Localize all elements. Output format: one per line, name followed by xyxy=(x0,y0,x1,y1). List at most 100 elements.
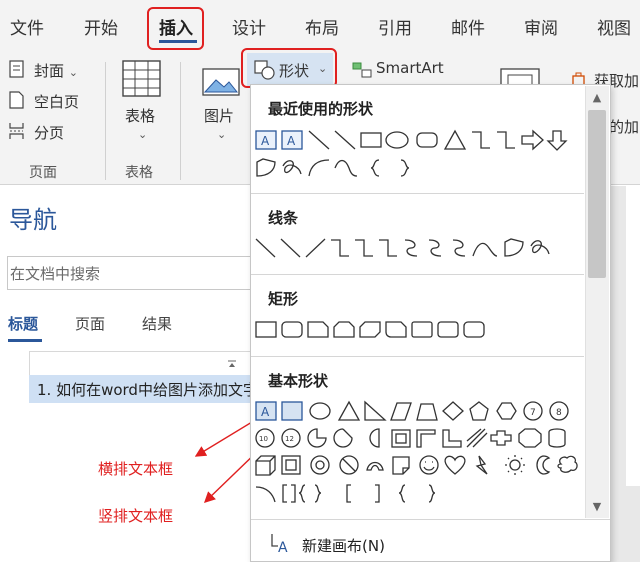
right-brace-shape xyxy=(428,484,436,503)
frame-shape xyxy=(391,429,411,448)
svg-text:A: A xyxy=(287,134,296,148)
footer-divider xyxy=(251,519,610,520)
snip-same-side-rect-shape xyxy=(333,321,355,338)
teardrop-shape xyxy=(369,428,380,448)
svg-text:12: 12 xyxy=(285,435,294,443)
snip-round-rect-shape xyxy=(385,321,407,338)
sun-shape xyxy=(509,459,521,471)
l-shape xyxy=(442,429,462,448)
recent-freeform-shape xyxy=(256,158,276,177)
section-basic-shapes: 基本形状 xyxy=(268,372,329,390)
line-shape xyxy=(255,238,276,258)
svg-text:10: 10 xyxy=(259,435,268,443)
lines-row xyxy=(255,238,550,258)
section-recent-shapes: 最近使用的形状 xyxy=(268,100,374,118)
diamond-shape xyxy=(442,401,464,421)
scroll-up-arrow-icon[interactable]: ▲ xyxy=(586,88,608,108)
svg-text:A: A xyxy=(261,405,270,419)
basic-shapes-row-3 xyxy=(255,455,578,476)
block-arc-shape xyxy=(366,461,384,471)
round-diagonal-rect-shape xyxy=(463,321,485,338)
snip-corner-rect-shape xyxy=(307,321,329,338)
cube-shape xyxy=(255,455,276,476)
basic-shapes-row-2: 10 12 xyxy=(255,428,566,448)
trapezoid-shape xyxy=(416,403,438,421)
left-bracket-shape xyxy=(346,484,351,503)
basic-shapes-row-1: A 7 8 xyxy=(255,400,569,421)
curved-connector-shape xyxy=(404,239,418,257)
elbow-double-arrow-shape xyxy=(379,239,397,257)
diagonal-stripe-shape xyxy=(466,428,488,448)
svg-text:7: 7 xyxy=(530,408,536,418)
double-bracket-shape xyxy=(282,484,296,503)
freeform-shape xyxy=(504,238,524,257)
right-bracket-shape xyxy=(375,484,380,503)
recent-down-arrow-shape xyxy=(546,130,568,151)
svg-text:A: A xyxy=(278,540,288,556)
recent-rounded-rect-shape xyxy=(416,132,438,148)
scribble-shape xyxy=(530,240,550,255)
rectangle-shape xyxy=(255,321,277,338)
pentagon-shape xyxy=(469,401,489,421)
recent-elbow-arrow-shape xyxy=(497,131,515,149)
donut-shape xyxy=(310,455,330,475)
recent-scribble-shape xyxy=(282,160,302,175)
bevel-shape xyxy=(281,455,301,475)
section-divider xyxy=(251,274,584,275)
rectangles-row xyxy=(255,321,485,338)
recent-elbow-connector-shape xyxy=(472,131,490,149)
recent-curve-shape xyxy=(334,159,358,177)
scroll-down-arrow-icon[interactable]: ▼ xyxy=(586,497,608,517)
hexagon-shape xyxy=(496,402,517,420)
curved-double-arrow-shape xyxy=(452,239,466,257)
new-canvas-menu-item[interactable]: 新建画布(N) xyxy=(302,535,385,556)
triangle-shape xyxy=(337,400,361,421)
lightning-bolt-shape xyxy=(475,455,488,475)
elbow-arrow-connector-shape xyxy=(355,239,373,257)
plaque-shape xyxy=(518,428,542,448)
recent-line-shape xyxy=(308,130,330,150)
recent-right-arrow-shape xyxy=(521,129,544,151)
svg-text:8: 8 xyxy=(556,408,562,418)
left-brace-shape xyxy=(398,484,406,503)
half-frame-shape xyxy=(416,429,436,448)
recent-shapes-row: A A xyxy=(255,129,568,151)
vertical-text-box-shape xyxy=(281,401,303,421)
section-rectangles: 矩形 xyxy=(268,290,299,308)
recent-triangle-shape xyxy=(443,129,467,150)
new-canvas-icon: A xyxy=(271,534,288,556)
curved-arrow-connector-shape xyxy=(428,239,442,257)
curve-shape xyxy=(472,242,498,257)
section-divider xyxy=(251,193,584,194)
parallelogram-shape xyxy=(390,402,412,421)
round-same-side-rect-shape xyxy=(437,321,459,338)
right-triangle-shape xyxy=(364,400,387,421)
can-shape xyxy=(548,428,566,448)
chord-shape xyxy=(333,428,353,448)
recent-left-brace-shape xyxy=(370,159,380,177)
pie-shape xyxy=(307,428,327,448)
arc-shape xyxy=(255,486,276,503)
section-lines: 线条 xyxy=(268,209,299,227)
moon-shape xyxy=(536,455,551,475)
folded-corner-shape xyxy=(392,456,410,475)
round-corner-rect-shape xyxy=(411,321,433,338)
snip-diagonal-rect-shape xyxy=(359,321,381,338)
elbow-connector-shape xyxy=(331,239,349,257)
recent-arrow-line-shape xyxy=(334,130,356,150)
rounded-rectangle-shape xyxy=(281,321,303,338)
svg-text:A: A xyxy=(261,134,270,148)
smiley-face-shape xyxy=(419,455,439,475)
line-arrow-shape xyxy=(280,238,301,258)
recent-arc-shape xyxy=(308,159,330,177)
recent-oval-shape xyxy=(385,131,409,149)
oval-shape xyxy=(309,402,331,420)
basic-shapes-row-4 xyxy=(255,484,436,503)
document-page xyxy=(626,186,640,486)
scrollbar-thumb[interactable] xyxy=(588,110,606,278)
recent-shapes-row-2 xyxy=(256,158,410,177)
section-divider xyxy=(251,356,584,357)
line-double-arrow-shape xyxy=(305,238,326,258)
cross-shape xyxy=(490,430,512,446)
heart-shape xyxy=(444,455,466,475)
